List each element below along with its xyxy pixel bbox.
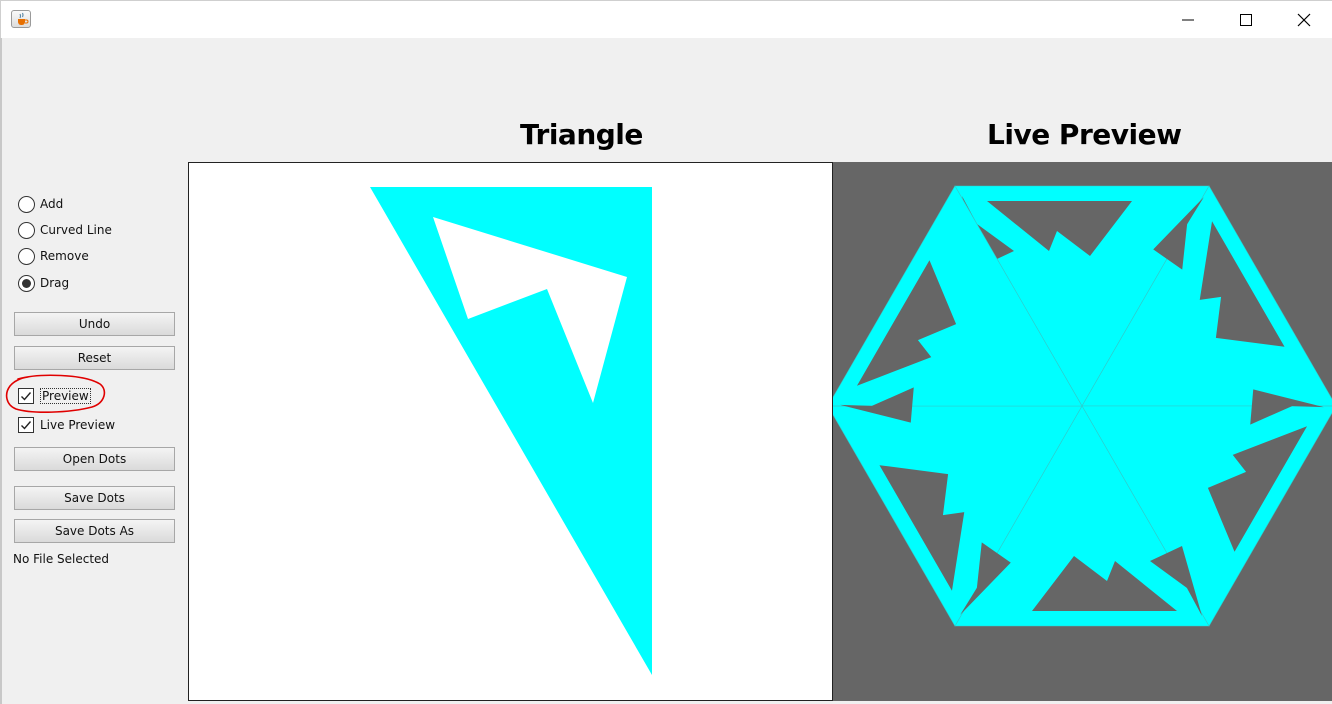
- live-preview-checkbox[interactable]: [18, 417, 34, 433]
- maximize-icon: [1240, 14, 1252, 26]
- maximize-button[interactable]: [1217, 1, 1275, 39]
- radio-remove-label: Remove: [40, 249, 89, 263]
- radio-remove-button[interactable]: [18, 247, 35, 265]
- triangle-heading: Triangle: [520, 118, 643, 151]
- minimize-button[interactable]: [1159, 1, 1217, 39]
- radio-remove[interactable]: Remove: [18, 246, 89, 266]
- triangle-drawing: [370, 187, 652, 675]
- save-dots-as-button[interactable]: Save Dots As: [14, 519, 175, 543]
- radio-curved-line-button[interactable]: [18, 221, 35, 239]
- close-icon: [1297, 13, 1311, 27]
- save-dots-button[interactable]: Save Dots: [14, 486, 175, 510]
- file-status-label: No File Selected: [13, 552, 110, 566]
- radio-add[interactable]: Add: [18, 194, 63, 214]
- live-preview-checkbox-row[interactable]: Live Preview: [18, 415, 115, 435]
- snowflake-preview: [827, 185, 1332, 627]
- close-button[interactable]: [1275, 1, 1332, 39]
- window-left-edge: [0, 38, 2, 704]
- radio-add-label: Add: [40, 197, 64, 211]
- radio-curved-line-label: Curved Line: [40, 223, 112, 237]
- open-dots-button[interactable]: Open Dots: [14, 447, 175, 471]
- radio-drag[interactable]: Drag: [18, 273, 69, 293]
- checkmark-icon: [21, 421, 32, 430]
- undo-button[interactable]: Undo: [14, 312, 175, 336]
- minimize-icon: [1182, 19, 1194, 21]
- triangle-canvas[interactable]: [188, 162, 833, 701]
- radio-drag-label: Drag: [40, 276, 70, 290]
- snowflake-group: [827, 185, 1332, 627]
- triangle-shape: [370, 187, 652, 675]
- title-bar: [0, 0, 1332, 38]
- live-preview-heading: Live Preview: [987, 118, 1182, 151]
- reset-button[interactable]: Reset: [14, 346, 175, 370]
- radio-curved-line[interactable]: Curved Line: [18, 220, 112, 240]
- live-preview-checkbox-label: Live Preview: [40, 418, 116, 432]
- live-preview-canvas: [827, 162, 1332, 701]
- radio-add-button[interactable]: [18, 195, 35, 213]
- java-cup-icon[interactable]: [11, 10, 31, 28]
- radio-drag-button[interactable]: [18, 274, 35, 292]
- annotation-circle: [5, 374, 106, 413]
